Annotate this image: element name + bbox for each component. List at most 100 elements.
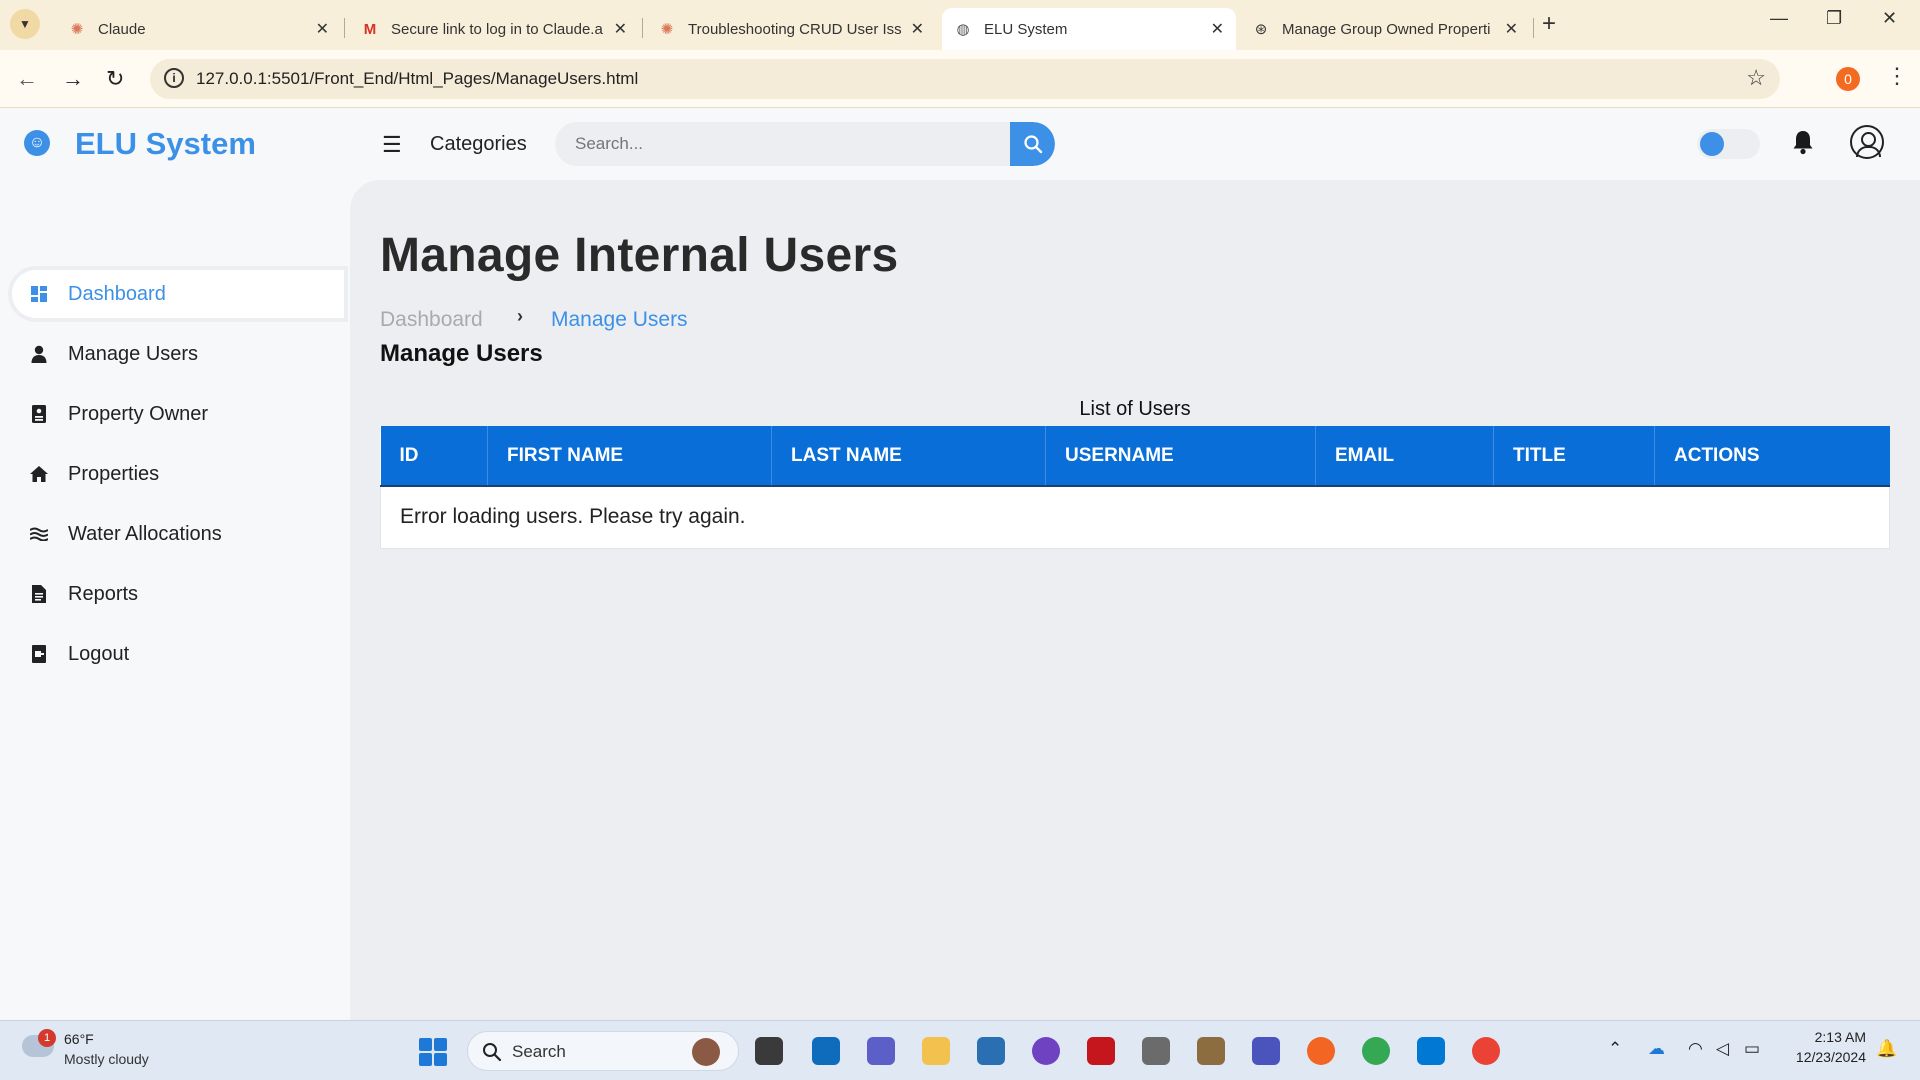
sidebar-item-label: Water Allocations <box>68 522 222 545</box>
report-icon <box>28 585 50 603</box>
tab-title: Manage Group Owned Properti <box>1282 20 1491 38</box>
windows-start-icon[interactable] <box>419 1038 447 1066</box>
minimize-icon[interactable]: — <box>1770 8 1788 29</box>
forward-icon[interactable]: → <box>62 66 84 92</box>
close-icon[interactable]: ✕ <box>1211 19 1224 39</box>
sidebar-item-reports[interactable]: Reports <box>12 570 344 618</box>
tab-title: ELU System <box>984 20 1068 38</box>
outlook-icon[interactable] <box>812 1037 840 1065</box>
taskbar-search-label: Search <box>512 1042 566 1061</box>
restore-icon[interactable]: ❐ <box>1826 8 1842 29</box>
browser-tab-active[interactable]: ◍ ELU System ✕ <box>942 8 1236 50</box>
chrome-icon[interactable] <box>1362 1037 1390 1065</box>
extension-badge[interactable]: 0 <box>1836 67 1860 91</box>
reload-icon[interactable]: ↻ <box>106 66 124 92</box>
smiley-logo-icon: ☺ <box>24 130 50 156</box>
search-icon <box>1023 135 1042 154</box>
teams-icon[interactable] <box>867 1037 895 1065</box>
battery-icon[interactable]: ▭ <box>1744 1039 1760 1059</box>
gmail-icon: M <box>363 20 377 38</box>
search-icon <box>483 1043 502 1062</box>
usb-tool-icon[interactable] <box>1142 1037 1170 1065</box>
sidebar-item-label: Logout <box>68 642 130 665</box>
store-icon[interactable] <box>977 1037 1005 1065</box>
notification-center-icon[interactable]: 🔔 <box>1876 1039 1897 1059</box>
section-title: Manage Users <box>380 340 543 367</box>
file-explorer-icon[interactable] <box>922 1037 950 1065</box>
windows-taskbar: 1 66°F Mostly cloudy Search ⌃ ☁ ◠ ◁ ▭ 2:… <box>0 1020 1920 1080</box>
site-info-icon[interactable]: i <box>164 68 184 88</box>
user-icon <box>28 345 50 363</box>
error-message: Error loading users. Please try again. <box>380 486 1890 549</box>
wifi-icon[interactable]: ◠ <box>1688 1039 1703 1059</box>
browser-tab[interactable]: ✺ Troubleshooting CRUD User Iss ✕ <box>646 8 936 50</box>
browser-tab-strip: ▼ ✺ Claude ✕ M Secure link to log in to … <box>0 0 1920 50</box>
game-icon[interactable] <box>1197 1037 1225 1065</box>
column-header-last-name: LAST NAME <box>771 426 1046 487</box>
sidebar-item-logout[interactable]: Logout <box>12 630 344 678</box>
vscode-icon[interactable] <box>1417 1037 1445 1065</box>
browser-tab[interactable]: ⊛ Manage Group Owned Properti ✕ <box>1240 8 1530 50</box>
taskbar-search[interactable]: Search <box>467 1031 739 1071</box>
browser-menu-icon[interactable]: ⋮ <box>1886 63 1908 89</box>
sidebar-item-properties[interactable]: Properties <box>12 450 344 498</box>
tab-search-button[interactable]: ▼ <box>10 9 40 39</box>
search-input[interactable] <box>555 122 1010 166</box>
breadcrumb-dashboard-link[interactable]: Dashboard <box>380 308 483 332</box>
browser-tab[interactable]: ✺ Claude ✕ <box>56 8 341 50</box>
close-icon[interactable]: ✕ <box>1505 19 1518 39</box>
show-hidden-icons[interactable]: ⌃ <box>1608 1039 1622 1059</box>
id-card-icon <box>28 405 50 423</box>
profile-avatar-icon[interactable] <box>1850 125 1884 159</box>
sidebar-item-manage-users[interactable]: Manage Users <box>12 330 344 378</box>
sidebar-item-label: Properties <box>68 462 160 485</box>
theme-toggle[interactable] <box>1697 129 1760 159</box>
acrobat-icon[interactable] <box>1087 1037 1115 1065</box>
close-icon[interactable]: ✕ <box>614 19 627 39</box>
clock-date[interactable]: 12/23/2024 <box>1780 1049 1866 1065</box>
home-icon <box>28 466 50 482</box>
breadcrumb-separator: › <box>517 306 523 326</box>
onedrive-icon[interactable]: ☁ <box>1648 1039 1665 1059</box>
close-icon[interactable]: ✕ <box>911 19 924 39</box>
claude-icon: ✺ <box>70 21 84 38</box>
bookmark-star-icon[interactable]: ☆ <box>1746 65 1766 91</box>
logout-icon <box>28 645 50 663</box>
browser-tab[interactable]: M Secure link to log in to Claude.a ✕ <box>349 8 639 50</box>
chatgpt-icon: ⊛ <box>1254 21 1268 38</box>
volume-icon[interactable]: ◁ <box>1716 1039 1729 1059</box>
main-content: Manage Internal Users Dashboard › Manage… <box>350 180 1920 1020</box>
notification-bell-icon[interactable] <box>1792 129 1814 160</box>
github-desktop-icon[interactable] <box>1032 1037 1060 1065</box>
tab-title: Secure link to log in to Claude.a <box>391 20 603 38</box>
column-header-title: TITLE <box>1493 426 1655 487</box>
weather-badge: 1 <box>38 1029 56 1047</box>
chrome-active-icon[interactable] <box>1472 1037 1500 1065</box>
address-bar[interactable]: i 127.0.0.1:5501/Front_End/Html_Pages/Ma… <box>150 59 1780 99</box>
search-button[interactable] <box>1010 122 1055 166</box>
back-icon[interactable]: ← <box>16 66 38 92</box>
close-icon[interactable]: ✕ <box>316 19 329 39</box>
sidebar-item-property-owner[interactable]: Property Owner <box>12 390 344 438</box>
url-text[interactable]: 127.0.0.1:5501/Front_End/Html_Pages/Mana… <box>196 69 638 89</box>
task-view-icon[interactable] <box>755 1037 783 1065</box>
menu-toggle-icon[interactable]: ☰ <box>382 132 402 158</box>
table-caption: List of Users <box>1079 398 1191 420</box>
sidebar-item-label: Dashboard <box>68 282 166 305</box>
sidebar-item-label: Manage Users <box>68 342 199 365</box>
postman-icon[interactable] <box>1307 1037 1335 1065</box>
column-header-id: ID <box>380 426 488 487</box>
clock-time[interactable]: 2:13 AM <box>1780 1029 1866 1045</box>
column-header-email: EMAIL <box>1315 426 1494 487</box>
new-tab-button[interactable]: + <box>1542 10 1556 38</box>
categories-link[interactable]: Categories <box>430 133 527 156</box>
sidebar-item-water-allocations[interactable]: Water Allocations <box>12 510 344 558</box>
close-window-icon[interactable]: ✕ <box>1882 8 1897 29</box>
weather-temperature[interactable]: 66°F <box>64 1031 94 1047</box>
teams-classic-icon[interactable] <box>1252 1037 1280 1065</box>
table-header-row: ID FIRST NAME LAST NAME USERNAME EMAIL T… <box>380 426 1890 487</box>
weather-description[interactable]: Mostly cloudy <box>64 1051 149 1067</box>
breadcrumb-current[interactable]: Manage Users <box>551 308 688 332</box>
sidebar-item-dashboard[interactable]: Dashboard <box>12 270 344 318</box>
brand-name[interactable]: ELU System <box>75 126 256 162</box>
